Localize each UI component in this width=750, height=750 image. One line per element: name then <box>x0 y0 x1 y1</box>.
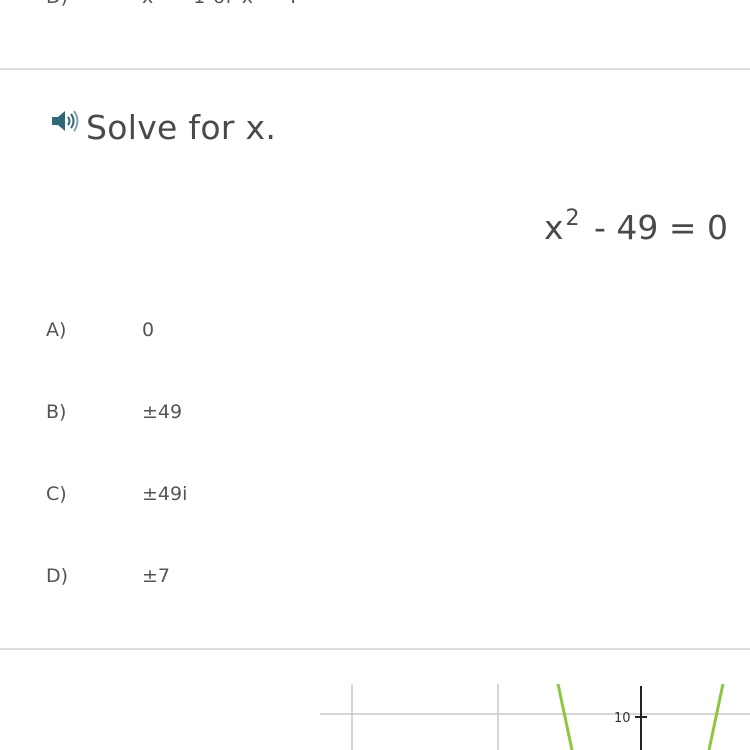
previous-question-choice[interactable]: D) x = -1 or x = 4 <box>0 0 750 10</box>
choice-letter: A) <box>46 319 67 341</box>
y-tick-label: 10 <box>614 711 631 726</box>
choice-letter: C) <box>46 483 67 505</box>
choice-letter: D) <box>46 565 69 587</box>
speaker-icon[interactable] <box>50 108 80 134</box>
previous-choice-letter: D) <box>46 0 68 8</box>
equation-base: x <box>543 208 564 247</box>
choice-text: 0 <box>142 319 155 341</box>
previous-choice-text: x = -1 or x = 4 <box>142 0 298 8</box>
choice-a[interactable]: A) 0 <box>0 305 750 355</box>
parabola-left-branch <box>556 684 574 750</box>
choice-text: ±49i <box>142 483 188 505</box>
choice-text: ±49 <box>142 401 183 423</box>
equation: x2 - 49 = 0 <box>544 205 728 251</box>
question-divider-bottom <box>0 648 750 650</box>
choice-letter: B) <box>46 401 67 423</box>
question-divider-top <box>0 68 750 70</box>
choice-c[interactable]: C) ±49i <box>0 469 750 519</box>
graph-svg: 10 <box>320 684 750 750</box>
parabola-right-branch <box>707 684 725 750</box>
choice-b[interactable]: B) ±49 <box>0 387 750 437</box>
next-question-graph: 10 <box>320 684 750 750</box>
question-title: Solve for x. <box>86 108 277 147</box>
choice-d[interactable]: D) ±7 <box>0 551 750 601</box>
equation-exponent: 2 <box>565 206 580 231</box>
choice-text: ±7 <box>142 565 171 587</box>
equation-rest: - 49 = 0 <box>593 208 728 247</box>
